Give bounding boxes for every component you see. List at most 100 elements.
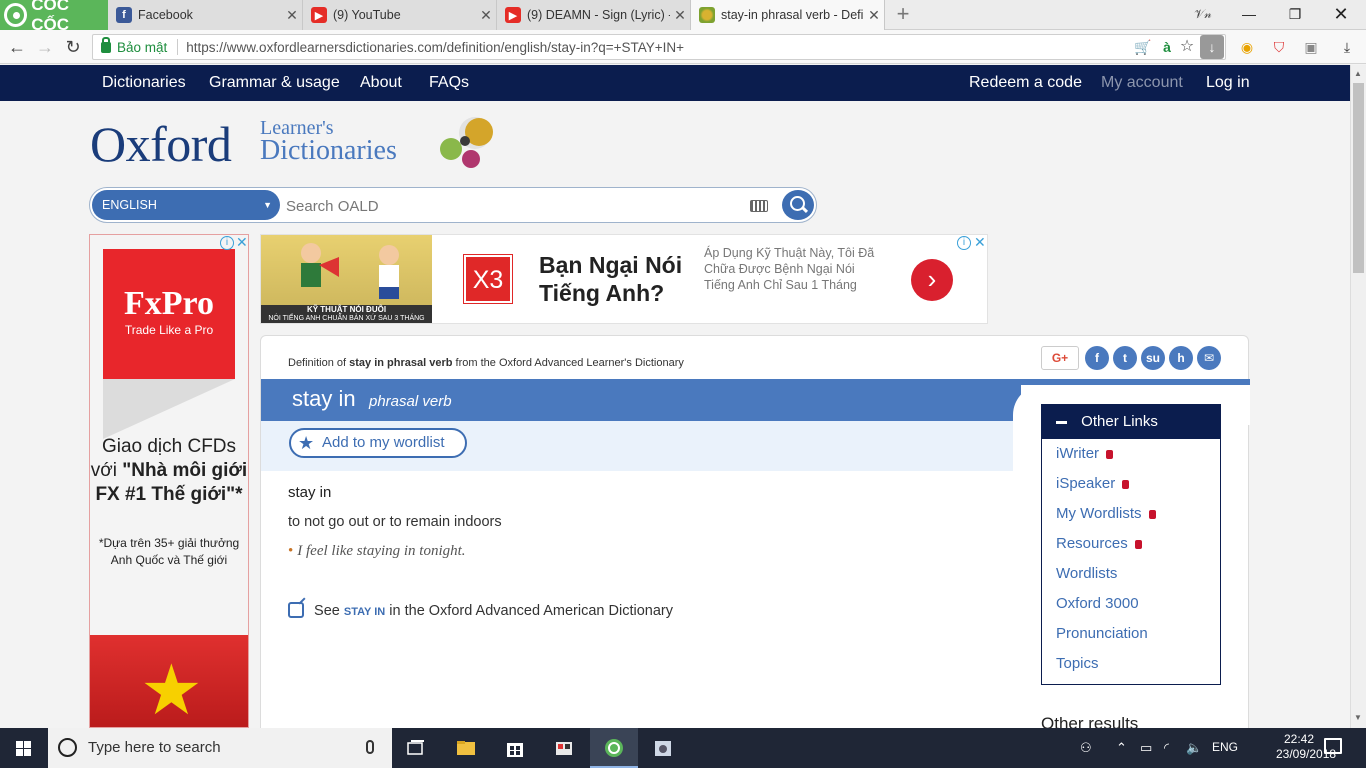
delicious-share-icon[interactable]: h	[1169, 346, 1193, 370]
download-arrow-icon[interactable]: ⤓	[1338, 38, 1356, 56]
google-plus-button[interactable]: G+	[1041, 346, 1079, 370]
profile-icon[interactable]: 𝒱𝓃	[1180, 0, 1226, 30]
reload-button[interactable]: ↻	[60, 34, 86, 60]
address-toolbar: ← → ↻ Bảo mật https://www.oxfordlearners…	[0, 30, 1366, 64]
file-explorer-button[interactable]	[442, 728, 490, 768]
volume-icon[interactable]: 🔈	[1186, 740, 1202, 756]
scrollbar-thumb[interactable]	[1353, 83, 1364, 273]
coccoc-menu-button[interactable]: CỐC CỐC	[0, 0, 108, 34]
left-ad[interactable]: FxPro Trade Like a Pro Giao dịch CFDs vớ…	[89, 234, 249, 728]
twitter-share-icon[interactable]: t	[1113, 346, 1137, 370]
nav-faqs[interactable]: FAQs	[429, 65, 469, 101]
app-button[interactable]	[540, 728, 588, 768]
extension-icon-2[interactable]: ▣	[1302, 38, 1320, 56]
external-link-icon	[288, 602, 304, 618]
restore-button[interactable]: ❐	[1272, 0, 1318, 30]
other-link-ispeaker[interactable]: iSpeaker	[1042, 469, 1220, 499]
ad-close-icon[interactable]: ✕	[236, 235, 248, 251]
ad-decoration	[103, 379, 235, 439]
tab-oxford-active[interactable]: stay-in phrasal verb - Defin ✕	[691, 0, 885, 30]
nav-redeem-code[interactable]: Redeem a code	[969, 65, 1082, 101]
task-view-icon	[407, 740, 424, 755]
tab-facebook[interactable]: f Facebook ✕	[108, 0, 303, 30]
notification-icon[interactable]	[1324, 738, 1342, 754]
scroll-up-icon[interactable]: ▲	[1354, 69, 1362, 78]
start-button[interactable]	[0, 728, 48, 768]
other-link-wordlists[interactable]: Wordlists	[1042, 559, 1220, 589]
other-link-topics[interactable]: Topics	[1042, 649, 1220, 679]
extension-icon[interactable]: ◉	[1238, 38, 1256, 56]
other-link-label: My Wordlists	[1056, 505, 1142, 522]
people-icon[interactable]: ⚇	[1080, 740, 1092, 756]
search-button[interactable]	[782, 190, 814, 220]
nav-grammar[interactable]: Grammar & usage	[209, 65, 340, 101]
nav-my-account[interactable]: My account	[1101, 65, 1183, 101]
ad-arrow-button[interactable]: ›	[911, 259, 953, 301]
coccoc-taskbar-button[interactable]	[590, 728, 638, 768]
lock-icon	[1122, 480, 1130, 489]
other-link-pronunciation[interactable]: Pronunciation	[1042, 619, 1220, 649]
see-prefix: See	[314, 603, 340, 619]
app-icon	[556, 742, 572, 755]
scroll-down-icon[interactable]: ▼	[1354, 713, 1362, 722]
nav-log-in[interactable]: Log in	[1206, 65, 1250, 101]
adblock-icon[interactable]: ⛉	[1270, 38, 1288, 56]
tab-youtube-lyric[interactable]: ▶ (9) DEAMN - Sign (Lyric) - ✕	[497, 0, 691, 30]
see-also[interactable]: See STAY IN in the Oxford Advanced Ameri…	[288, 602, 673, 619]
store-icon	[507, 743, 523, 757]
bookmark-star-icon[interactable]: ☆	[1178, 38, 1196, 56]
taskbar-clock[interactable]: 22:42 23/09/2018	[1276, 732, 1336, 762]
collapse-icon	[1056, 420, 1067, 424]
battery-icon[interactable]: ▭	[1140, 740, 1152, 756]
email-share-icon[interactable]: ✉	[1197, 346, 1221, 370]
close-tab-icon[interactable]: ✕	[282, 7, 302, 24]
tab-youtube[interactable]: ▶ (9) YouTube ✕	[303, 0, 497, 30]
forward-button[interactable]: →	[32, 34, 58, 60]
new-tab-button[interactable]: +	[892, 2, 914, 26]
close-tab-icon[interactable]: ✕	[864, 7, 884, 24]
nav-dictionaries[interactable]: Dictionaries	[102, 65, 186, 101]
ad-info-icon[interactable]: i	[220, 236, 234, 250]
vertical-scrollbar[interactable]: ▲ ▼	[1350, 65, 1366, 728]
oxford-icon	[699, 7, 715, 23]
source-word: stay in phrasal verb	[349, 357, 453, 369]
other-links-header[interactable]: Other Links	[1042, 405, 1220, 439]
close-tab-icon[interactable]: ✕	[476, 7, 496, 24]
other-link-my-wordlists[interactable]: My Wordlists	[1042, 499, 1220, 529]
translate-icon[interactable]: à	[1158, 38, 1176, 56]
language-indicator[interactable]: ENG	[1212, 740, 1238, 754]
shopping-cart-icon[interactable]: 🛒	[1134, 38, 1152, 56]
add-to-wordlist-button[interactable]: ★ Add to my wordlist	[289, 428, 467, 458]
chevron-up-icon[interactable]: ⌃	[1116, 740, 1127, 756]
sense-headword: stay in	[288, 484, 332, 501]
wifi-icon[interactable]: ◜	[1164, 740, 1169, 756]
ad-close-icon[interactable]: ✕	[974, 234, 986, 251]
address-bar[interactable]: Bảo mật https://www.oxfordlearnersdictio…	[92, 34, 1226, 60]
lock-icon	[1106, 450, 1114, 459]
task-view-button[interactable]	[392, 728, 440, 768]
other-link-resources[interactable]: Resources	[1042, 529, 1220, 559]
minimize-button[interactable]: —	[1226, 0, 1272, 30]
pinned-app-button[interactable]	[639, 728, 687, 768]
search-input[interactable]	[286, 194, 736, 218]
facebook-share-icon[interactable]: f	[1085, 346, 1109, 370]
logo-oxford: Oxford	[90, 116, 232, 172]
close-tab-icon[interactable]: ✕	[670, 7, 690, 24]
close-window-button[interactable]: ✕	[1318, 0, 1364, 30]
store-button[interactable]	[491, 728, 539, 768]
keyboard-icon[interactable]	[750, 200, 768, 212]
taskbar-search[interactable]: Type here to search	[48, 728, 392, 768]
other-link-oxford-3000[interactable]: Oxford 3000	[1042, 589, 1220, 619]
language-select[interactable]: ENGLISH ▼	[92, 190, 280, 220]
url-text[interactable]: https://www.oxfordlearnersdictionaries.c…	[186, 40, 684, 55]
microphone-icon[interactable]	[366, 740, 374, 754]
stumbleupon-share-icon[interactable]: su	[1141, 346, 1165, 370]
ad-info-icon[interactable]: i	[957, 236, 971, 250]
download-icon[interactable]: ↓	[1200, 35, 1224, 59]
nav-about[interactable]: About	[360, 65, 402, 101]
gear-app-icon	[655, 741, 671, 756]
back-button[interactable]: ←	[4, 34, 30, 60]
see-link[interactable]: STAY IN	[344, 606, 385, 618]
other-link-iwriter[interactable]: iWriter	[1042, 439, 1220, 469]
top-ad[interactable]: KỸ THUẬT NÓI ĐUÔI NÓI TIẾNG ANH CHUẨN BẢ…	[260, 234, 988, 324]
